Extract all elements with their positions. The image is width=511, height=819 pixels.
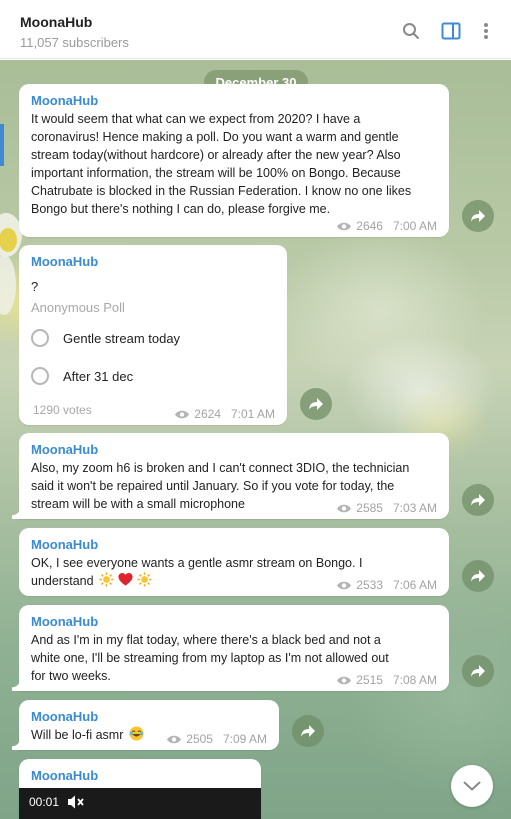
message-meta: 2646 7:00 AM bbox=[336, 219, 437, 233]
eye-icon bbox=[336, 221, 352, 232]
video-player[interactable]: 00:01 bbox=[19, 788, 261, 819]
forward-icon bbox=[471, 210, 485, 222]
forward-icon bbox=[471, 570, 485, 582]
forward-button[interactable] bbox=[462, 655, 494, 687]
view-count: 2533 bbox=[356, 578, 383, 592]
forward-button[interactable] bbox=[462, 484, 494, 516]
poll-option[interactable]: Gentle stream today bbox=[31, 319, 275, 357]
heart-emoji-icon bbox=[118, 572, 133, 586]
forward-button[interactable] bbox=[462, 200, 494, 232]
message-meta: 2515 7:08 AM bbox=[336, 673, 437, 687]
sidebar-toggle-icon[interactable] bbox=[440, 20, 462, 42]
message-time: 7:01 AM bbox=[230, 407, 275, 421]
chevron-down-icon bbox=[463, 781, 481, 791]
forward-icon bbox=[471, 665, 485, 677]
eye-icon bbox=[336, 503, 352, 514]
message-time: 7:08 AM bbox=[392, 673, 437, 687]
message-bubble[interactable]: MoonaHub Also, my zoom h6 is broken and … bbox=[12, 433, 449, 519]
message-bubble[interactable]: MoonaHub It would seem that what can we … bbox=[19, 84, 449, 237]
message-time: 7:09 AM bbox=[222, 732, 267, 746]
message-time: 7:03 AM bbox=[392, 501, 437, 515]
message-author[interactable]: MoonaHub bbox=[31, 441, 437, 459]
laughing-emoji-icon bbox=[129, 726, 144, 741]
subscriber-count: 11,057 subscribers bbox=[20, 35, 129, 50]
poll-option-label: After 31 dec bbox=[63, 368, 134, 384]
message-time: 7:00 AM bbox=[392, 219, 437, 233]
view-count: 2505 bbox=[186, 732, 213, 746]
message-bubble[interactable]: MoonaHub Will be lo-fi asmr 2505 7:09 AM bbox=[12, 700, 279, 750]
channel-title[interactable]: MoonaHub bbox=[20, 14, 92, 30]
mute-icon[interactable] bbox=[67, 794, 85, 815]
radio-button[interactable] bbox=[31, 329, 49, 347]
message-meta: 2624 7:01 AM bbox=[174, 407, 275, 421]
radio-button[interactable] bbox=[31, 367, 49, 385]
message-author[interactable]: MoonaHub bbox=[31, 708, 267, 726]
message-meta: 2505 7:09 AM bbox=[166, 732, 267, 746]
video-duration: 00:01 bbox=[29, 795, 60, 809]
message-meta: 2585 7:03 AM bbox=[336, 501, 437, 515]
poll-message[interactable]: MoonaHub ? Anonymous Poll Gentle stream … bbox=[19, 245, 287, 425]
forward-icon bbox=[309, 398, 323, 410]
forward-button[interactable] bbox=[292, 715, 324, 747]
message-author[interactable]: MoonaHub bbox=[31, 613, 437, 631]
search-icon[interactable] bbox=[400, 20, 422, 42]
eye-icon bbox=[166, 734, 182, 745]
channel-header: MoonaHub 11,057 subscribers bbox=[0, 0, 511, 59]
unread-indicator bbox=[0, 124, 4, 166]
eye-icon bbox=[174, 409, 190, 420]
eye-icon bbox=[336, 675, 352, 686]
forward-icon bbox=[301, 725, 315, 737]
poll-option-label: Gentle stream today bbox=[63, 330, 181, 346]
poll-option[interactable]: After 31 dec bbox=[31, 357, 275, 395]
sun-emoji-icon bbox=[137, 572, 152, 587]
message-text: It would seem that what can we expect fr… bbox=[31, 112, 412, 216]
message-time: 7:06 AM bbox=[392, 578, 437, 592]
scroll-to-bottom-button[interactable] bbox=[451, 765, 493, 807]
message-author[interactable]: MoonaHub bbox=[31, 92, 437, 110]
message-author[interactable]: MoonaHub bbox=[31, 536, 437, 554]
poll-vote-count: 1290 votes bbox=[33, 403, 92, 417]
poll-question: ? bbox=[31, 279, 39, 294]
sun-emoji-icon bbox=[99, 572, 114, 587]
poll-type-label: Anonymous Poll bbox=[31, 300, 125, 315]
message-meta: 2533 7:06 AM bbox=[336, 578, 437, 592]
forward-icon bbox=[471, 494, 485, 506]
view-count: 2515 bbox=[356, 673, 383, 687]
message-author[interactable]: MoonaHub bbox=[31, 767, 249, 785]
forward-button[interactable] bbox=[462, 560, 494, 592]
more-vertical-icon[interactable] bbox=[475, 20, 497, 42]
message-author[interactable]: MoonaHub bbox=[31, 253, 275, 271]
view-count: 2585 bbox=[356, 501, 383, 515]
forward-button[interactable] bbox=[300, 388, 332, 420]
eye-icon bbox=[336, 580, 352, 591]
view-count: 2624 bbox=[194, 407, 221, 421]
message-bubble[interactable]: MoonaHub OK, I see everyone wants a gent… bbox=[19, 528, 449, 596]
view-count: 2646 bbox=[356, 219, 383, 233]
chat-area[interactable]: December 30 MoonaHub It would seem that … bbox=[0, 60, 511, 819]
message-bubble[interactable]: MoonaHub And as I'm in my flat today, wh… bbox=[12, 605, 449, 691]
